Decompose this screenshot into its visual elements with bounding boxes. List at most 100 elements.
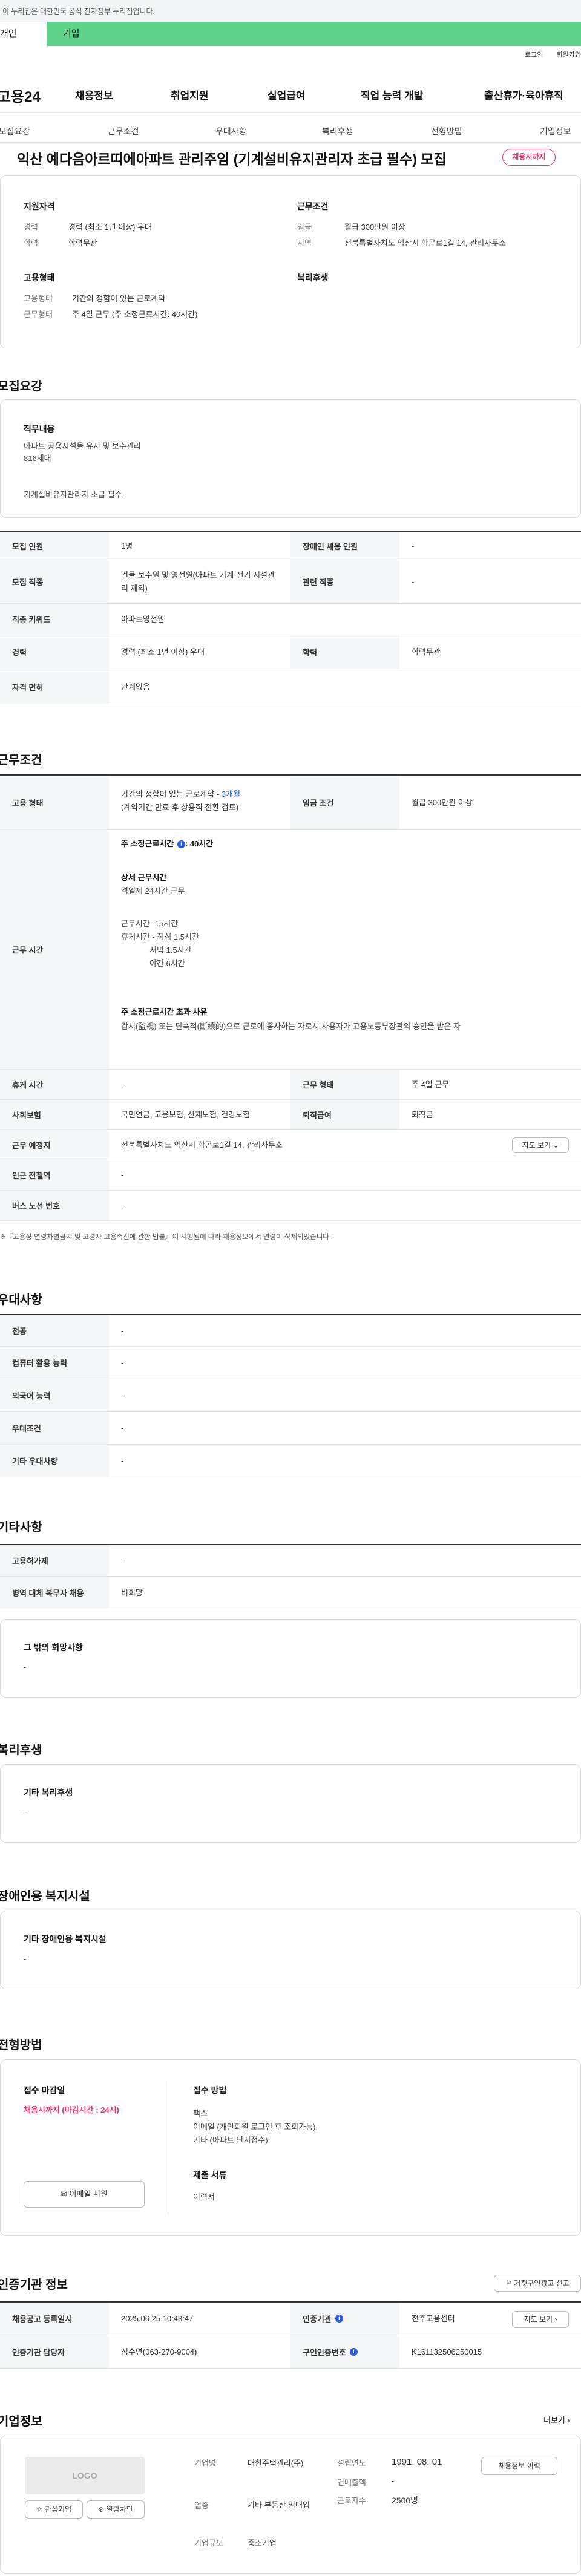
table-row: 모집 인원 1명 장애인 채용 인원 -	[0, 531, 581, 560]
table-row: 병역 대체 복무자 채용 비희망	[0, 1577, 581, 1609]
row-header: 우대조건	[0, 1412, 109, 1444]
row-value: 전북특별자치도 익산시 학곤로1길 14, 관리사무소	[121, 1140, 283, 1149]
other-request-head: 그 밖의 희망사항	[24, 1643, 83, 1652]
row-value: 비희망	[121, 1587, 143, 1597]
section-title-recruit: 모집요강	[0, 380, 42, 393]
process-card: 접수 마감일 채용시까지 (마감시간 : 24시) ✉ 이메일 지원 접수 방법…	[0, 2059, 581, 2236]
gnb-item-job-training[interactable]: 직업 능력 개발	[361, 87, 423, 102]
detail-line: 저녁 1.5시간	[121, 946, 192, 955]
gnb-item-jobs[interactable]: 채용정보	[75, 87, 113, 102]
table-row: 기타 우대사항 -	[0, 1445, 581, 1477]
disability-card: 기타 장애인용 복지시설 -	[0, 1911, 581, 1989]
section-title-process: 전형방법	[0, 2039, 42, 2052]
company-value: -	[392, 2476, 395, 2485]
welfare-head: 기타 복리후생	[24, 1788, 73, 1797]
org-map-button[interactable]: 지도 보기 ›	[512, 2311, 569, 2328]
company-key: 기업규모	[194, 2538, 223, 2548]
info-icon[interactable]: i	[335, 2315, 343, 2323]
info-icon[interactable]: i	[349, 2348, 358, 2356]
signup-link[interactable]: 회원가입	[557, 51, 581, 59]
report-fake-ad-button[interactable]: ⚐ 거짓구인광고 신고	[494, 2275, 581, 2292]
table-row: 근무 예정지 전북특별자치도 익산시 학곤로1길 14, 관리사무소 지도 보기…	[0, 1130, 581, 1160]
favorite-company-button[interactable]: ☆ 관심기업	[25, 2500, 83, 2519]
row-header: 근무 시간	[0, 830, 109, 1069]
contract-period-link[interactable]: 3개월	[222, 789, 240, 799]
row-header: 채용공고 등록일시	[0, 2303, 109, 2335]
section-title-welfare: 복리후생	[0, 1744, 42, 1757]
map-button[interactable]: 지도 보기 ⌄	[512, 1137, 569, 1153]
anchor-company[interactable]: 기업정보	[540, 125, 571, 137]
row-header: 사회보험	[0, 1100, 109, 1129]
row-header: 경력	[0, 635, 109, 669]
row-header: 인증기관 i	[290, 2303, 399, 2335]
table-row: 인근 전철역 -	[0, 1160, 581, 1191]
company-value: 중소기업	[248, 2538, 277, 2548]
company-more-link[interactable]: 더보기 ›	[543, 2414, 570, 2425]
tab-company[interactable]: 기업	[63, 22, 80, 46]
summary-value: 전북특별자치도 익산시 학곤로1길 14, 관리사무소	[344, 238, 506, 247]
company-key: 근로자수	[337, 2496, 366, 2505]
section-title-etc: 기타사항	[0, 1521, 42, 1534]
report-fake-ad-label: 거짓구인광고 신고	[514, 2279, 570, 2287]
duty-line: 기계설비유지관리자 초급 필수	[24, 490, 122, 499]
section-title-disability: 장애인용 복지시설	[0, 1890, 90, 1903]
star-icon: ☆	[36, 2505, 43, 2514]
cert-org-label: 인증기관	[303, 2315, 332, 2324]
table-row: 휴게 시간 - 근무 형태 주 4일 근무	[0, 1070, 581, 1100]
row-value: 월급 300만원 이상	[412, 797, 473, 807]
row-header: 근무 예정지	[0, 1130, 109, 1160]
table-row: 우대조건 -	[0, 1412, 581, 1445]
favorite-company-label: 관심기업	[44, 2505, 72, 2514]
anchor-recruit[interactable]: 모집요강	[0, 125, 30, 137]
gnb-item-employment-support[interactable]: 취업지원	[171, 87, 209, 102]
tab-personal[interactable]: 개인	[0, 22, 47, 46]
status-badge: 채용시까지	[502, 149, 556, 166]
row-header: 인근 전철역	[0, 1160, 109, 1190]
deadline-head: 접수 마감일	[24, 2085, 65, 2095]
overtime-text: 감시(監視) 또는 단속적(斷續的)으로 근로에 종사하는 자로서 사용자가 고…	[121, 1022, 461, 1031]
row-value: 정수연(063-270-9004)	[121, 2347, 197, 2356]
gnb-item-unemployment-benefit[interactable]: 실업급여	[268, 87, 306, 102]
row-header: 모집 직종	[0, 560, 109, 603]
table-row: 모집 직종 건물 보수원 및 영선원(아파트 기계·전기 시설관리 제외) 관련…	[0, 560, 581, 604]
table-row: 자격 면허 관계없음	[0, 669, 581, 705]
emp-type-note: (계약기간 만료 후 상용직 전환 검토)	[121, 803, 239, 812]
summary-key: 임금	[297, 223, 312, 232]
row-value: 학력무관	[412, 647, 441, 656]
block-company-button[interactable]: ⊘ 열람차단	[87, 2500, 145, 2519]
summary-value: 월급 300만원 이상	[344, 223, 405, 232]
main-nav: 고용24 채용정보 취업지원 실업급여 직업 능력 개발 출산휴가·육아휴직	[0, 76, 581, 113]
row-header: 근무 형태	[290, 1070, 399, 1099]
page-title: 익산 예다음아르띠에아파트 관리주임 (기계설비유지관리자 초급 필수) 모집	[17, 151, 447, 167]
row-header: 버스 노선 번호	[0, 1191, 109, 1220]
login-link[interactable]: 로그인	[525, 51, 543, 59]
email-apply-button[interactable]: ✉ 이메일 지원	[24, 2181, 145, 2208]
chevron-down-icon: ⌄	[553, 1141, 559, 1149]
row-value: K161132506250015	[412, 2347, 482, 2356]
summary-key: 지역	[297, 238, 312, 247]
table-row: 컴퓨터 활용 능력 -	[0, 1347, 581, 1379]
anchor-welfare[interactable]: 복리후생	[322, 125, 353, 137]
anchor-pref[interactable]: 우대사항	[215, 125, 247, 137]
email-apply-label: 이메일 지원	[69, 2189, 108, 2198]
info-icon[interactable]: i	[177, 840, 185, 849]
user-type-tabs: 개인 기업	[0, 22, 581, 46]
row-header: 임금 조건	[290, 776, 399, 829]
anchor-work[interactable]: 근무조건	[108, 125, 139, 137]
age-note: ※『고용상 연령차별금지 및 고령자 고용촉진에 관한 법률』이 시행됨에 따라…	[0, 1234, 332, 1241]
company-more-label: 더보기	[543, 2416, 565, 2425]
site-logo[interactable]: 고용24	[0, 85, 41, 106]
row-header: 관련 직종	[290, 560, 399, 603]
welfare-card: 기타 복리후생 -	[0, 1764, 581, 1843]
summary-card: 지원자격 경력 경력 (최소 1년 이상) 우대 학력 학력무관 근무조건 임금…	[0, 175, 581, 348]
section-title-company: 기업정보	[0, 2415, 42, 2428]
section-anchor-nav: 모집요강 근무조건 우대사항 복리후생 전형방법 기업정보	[0, 119, 581, 143]
weekly-hours-label: 주 소정근로시간	[121, 839, 174, 848]
flag-icon: ⚐	[505, 2279, 512, 2287]
anchor-process[interactable]: 전형방법	[431, 125, 462, 137]
method-head: 접수 방법	[193, 2085, 227, 2095]
table-row: 고용허가제 -	[0, 1544, 581, 1577]
gnb-item-parental-leave[interactable]: 출산휴가·육아휴직	[484, 87, 563, 102]
gov-banner: 이 누리집은 대한민국 공식 전자정부 누리집입니다.	[0, 0, 581, 22]
job-history-button[interactable]: 채용정보 이력	[481, 2457, 557, 2475]
